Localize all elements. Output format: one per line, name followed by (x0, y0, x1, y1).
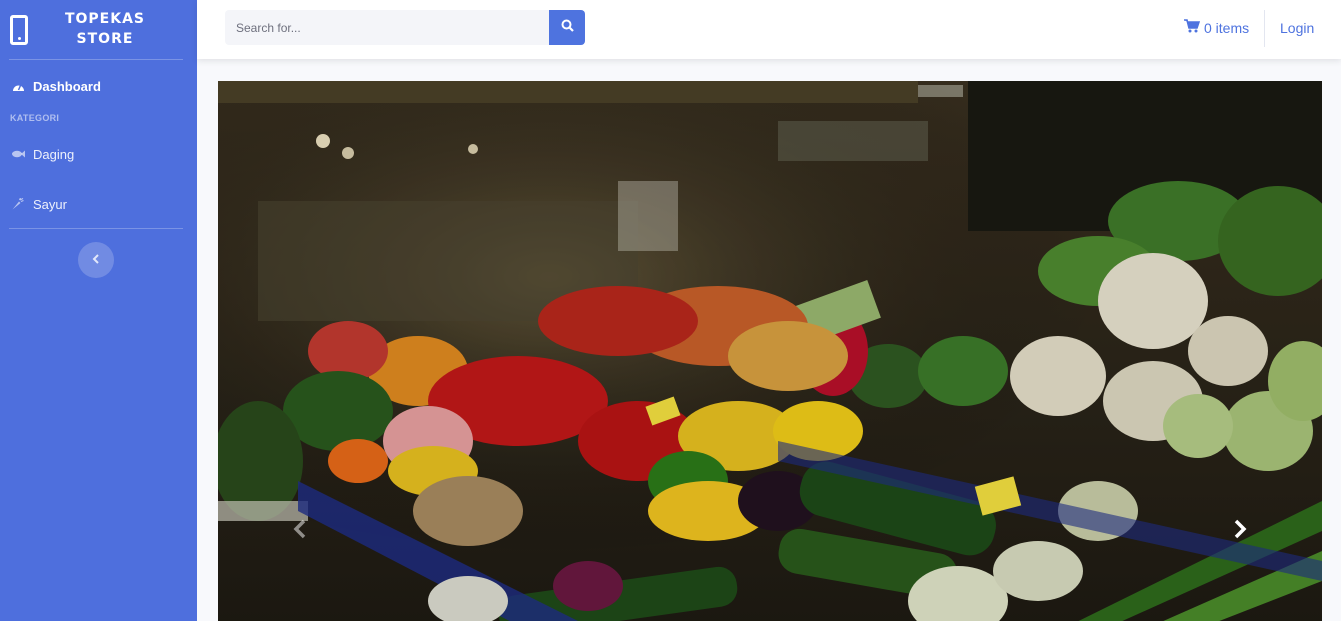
fish-icon (11, 150, 25, 158)
carrot-icon (11, 198, 25, 210)
brand-name: TOPEKAS STORE (64, 11, 146, 47)
mobile-phone-icon (10, 14, 28, 45)
search-form (225, 10, 585, 45)
search-icon (561, 19, 574, 37)
topbar: 0 items Login (197, 0, 1341, 59)
chevron-right-icon (1233, 519, 1247, 544)
sidebar-item-label: Dashboard (33, 78, 101, 94)
carousel-prev-button[interactable] (290, 519, 310, 543)
brand[interactable]: TOPEKAS STORE (0, 0, 197, 59)
sidebar: TOPEKAS STORE Dashboard KATEGORI Daging … (0, 0, 197, 621)
login-link[interactable]: Login (1280, 20, 1314, 36)
cart-link[interactable]: 0 items (1184, 19, 1249, 36)
sidebar-item-daging[interactable]: Daging (0, 128, 197, 180)
sidebar-divider (9, 228, 183, 229)
topbar-divider (1264, 10, 1265, 47)
shopping-cart-icon (1184, 19, 1201, 36)
chevron-left-icon (92, 251, 100, 269)
chevron-left-icon (293, 519, 307, 544)
tachometer-icon (11, 81, 25, 92)
sidebar-toggle-button[interactable] (78, 242, 114, 278)
sidebar-item-label: Sayur (33, 196, 67, 212)
hero-carousel[interactable] (218, 81, 1322, 621)
sidebar-item-label: Daging (33, 146, 75, 162)
carousel-next-button[interactable] (1230, 519, 1250, 543)
search-button[interactable] (549, 10, 585, 45)
sidebar-heading-kategori: KATEGORI (10, 113, 60, 123)
sidebar-item-sayur[interactable]: Sayur (0, 180, 197, 228)
market-produce-image (218, 81, 1322, 621)
cart-count: 0 items (1204, 19, 1250, 36)
search-input[interactable] (225, 10, 549, 45)
sidebar-item-dashboard[interactable]: Dashboard (0, 60, 197, 112)
